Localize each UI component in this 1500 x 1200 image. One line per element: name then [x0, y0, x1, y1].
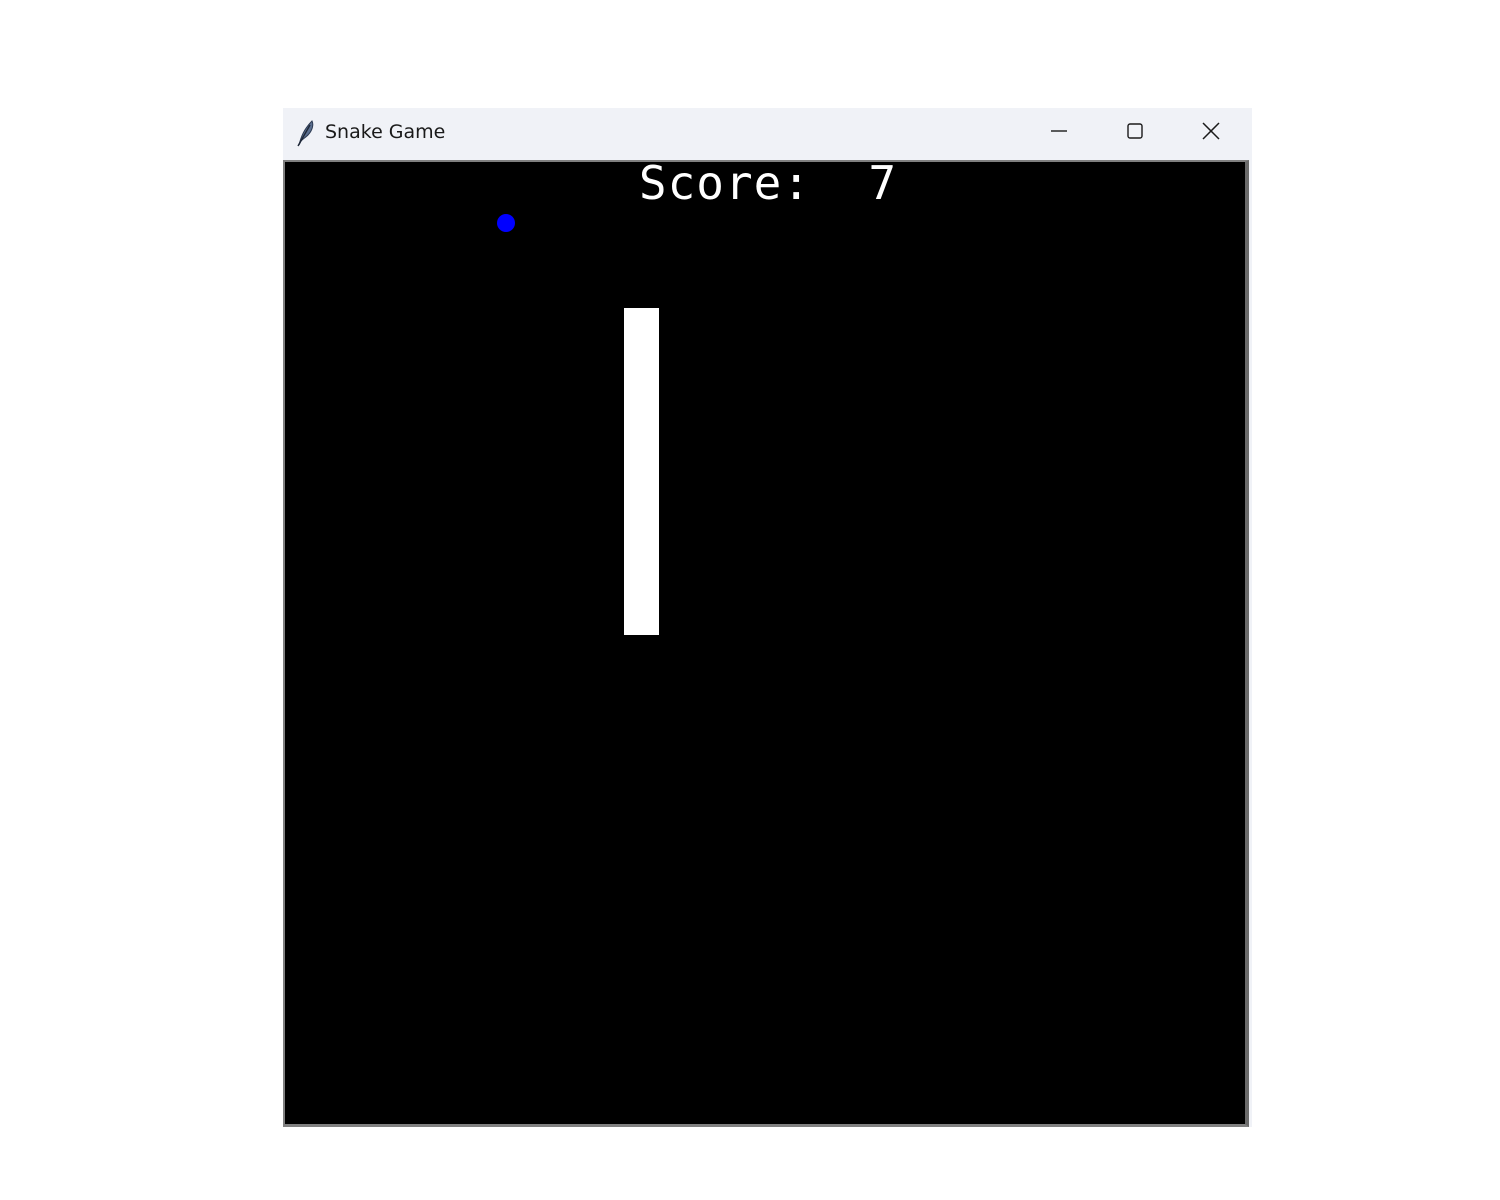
- score-display: Score: 7: [638, 160, 898, 210]
- window-title: Snake Game: [325, 121, 446, 143]
- snake-body: [624, 308, 659, 635]
- minimize-button[interactable]: [1023, 108, 1095, 158]
- maximize-icon: [1126, 122, 1144, 144]
- close-button[interactable]: [1175, 108, 1247, 158]
- game-canvas[interactable]: Score: 7: [283, 160, 1249, 1127]
- minimize-icon: [1050, 122, 1068, 144]
- title-bar[interactable]: Snake Game: [283, 108, 1252, 160]
- feather-icon: [295, 119, 317, 147]
- food-pellet: [497, 214, 515, 232]
- app-window: Snake Game Score: 7: [283, 108, 1252, 1127]
- close-icon: [1201, 121, 1221, 145]
- maximize-button[interactable]: [1099, 108, 1171, 158]
